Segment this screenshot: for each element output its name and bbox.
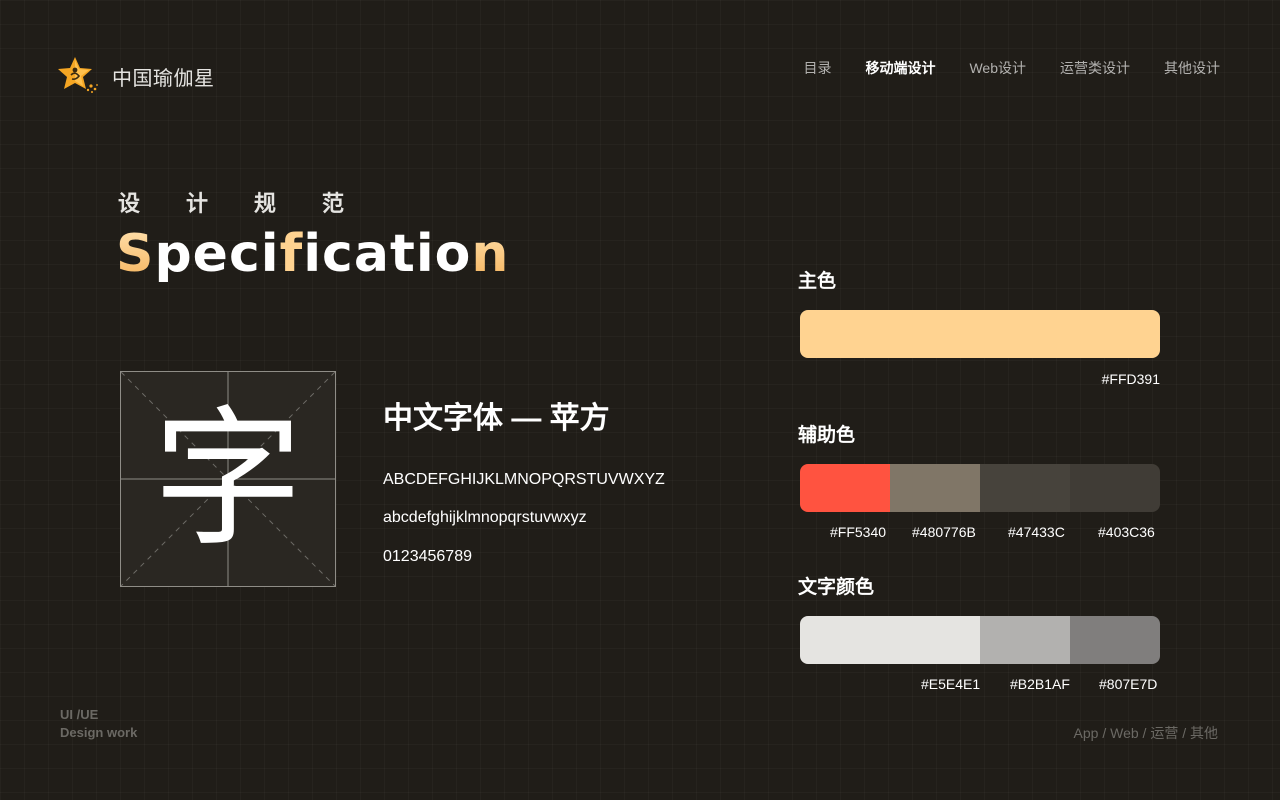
font-sample-digits: 0123456789	[383, 548, 472, 565]
secondary-color-bar	[800, 464, 1160, 512]
nav-item-mobile-design[interactable]: 移动端设计	[865, 58, 935, 78]
secondary-color-label: 辅助色	[798, 425, 856, 446]
section-kicker: 设计规范	[118, 191, 391, 216]
glyph-specimen-box: 字	[120, 371, 336, 587]
text-hex-3: #807E7D	[1099, 676, 1158, 692]
primary-color-swatch	[800, 310, 1160, 358]
page-title: Specification	[116, 224, 509, 284]
text-hex-1: #E5E4E1	[921, 676, 981, 692]
text-color-bar	[800, 616, 1160, 664]
star-yoga-logo-icon	[58, 57, 98, 93]
top-nav: 目录 移动端设计 Web设计 运营类设计 其他设计	[803, 58, 1220, 78]
title-part-2: peci	[154, 224, 280, 284]
title-part-5: n	[471, 224, 510, 284]
secondary-hex-4: #403C36	[1098, 524, 1155, 540]
text-swatch-2	[980, 616, 1070, 664]
font-sample-lowercase: abcdefghijklmnopqrstuvwxyz	[383, 509, 587, 526]
footer-left-line1: UI /UE	[60, 707, 99, 722]
brand-logo[interactable]: 中国瑜伽星	[58, 56, 215, 96]
primary-color-label: 主色	[798, 271, 837, 292]
nav-item-web-design[interactable]: Web设计	[969, 58, 1026, 78]
brand-name: 中国瑜伽星	[112, 65, 215, 90]
font-sample-uppercase: ABCDEFGHIJKLMNOPQRSTUVWXYZ	[383, 471, 665, 488]
footer-left-line2: Design work	[60, 725, 138, 740]
secondary-swatch-2	[890, 464, 980, 512]
footer-category-links: App / Web / 运营 / 其他	[1073, 725, 1218, 741]
nav-item-catalog[interactable]: 目录	[803, 58, 831, 78]
secondary-hex-1: #FF5340	[830, 524, 887, 540]
text-swatch-3	[1070, 616, 1160, 664]
title-part-3: f	[279, 224, 304, 284]
secondary-swatch-1	[800, 464, 890, 512]
nav-item-operation-design[interactable]: 运营类设计	[1060, 58, 1130, 78]
font-family-title: 中文字体 — 苹方	[383, 402, 610, 435]
title-part-4: icatio	[303, 224, 472, 284]
text-hex-2: #B2B1AF	[1010, 676, 1070, 692]
secondary-swatch-3	[980, 464, 1070, 512]
secondary-hex-2: #480776B	[912, 524, 976, 540]
footer-left: UI /UE Design work	[60, 706, 137, 742]
title-part-1: S	[116, 224, 155, 284]
secondary-hex-3: #47433C	[1008, 524, 1065, 540]
nav-item-other-design[interactable]: 其他设计	[1164, 58, 1220, 78]
glyph-sample-char: 字	[152, 395, 303, 563]
primary-color-hex: #FFD391	[1101, 371, 1160, 387]
secondary-swatch-4	[1070, 464, 1160, 512]
text-color-label: 文字颜色	[798, 577, 875, 598]
text-swatch-1	[800, 616, 980, 664]
